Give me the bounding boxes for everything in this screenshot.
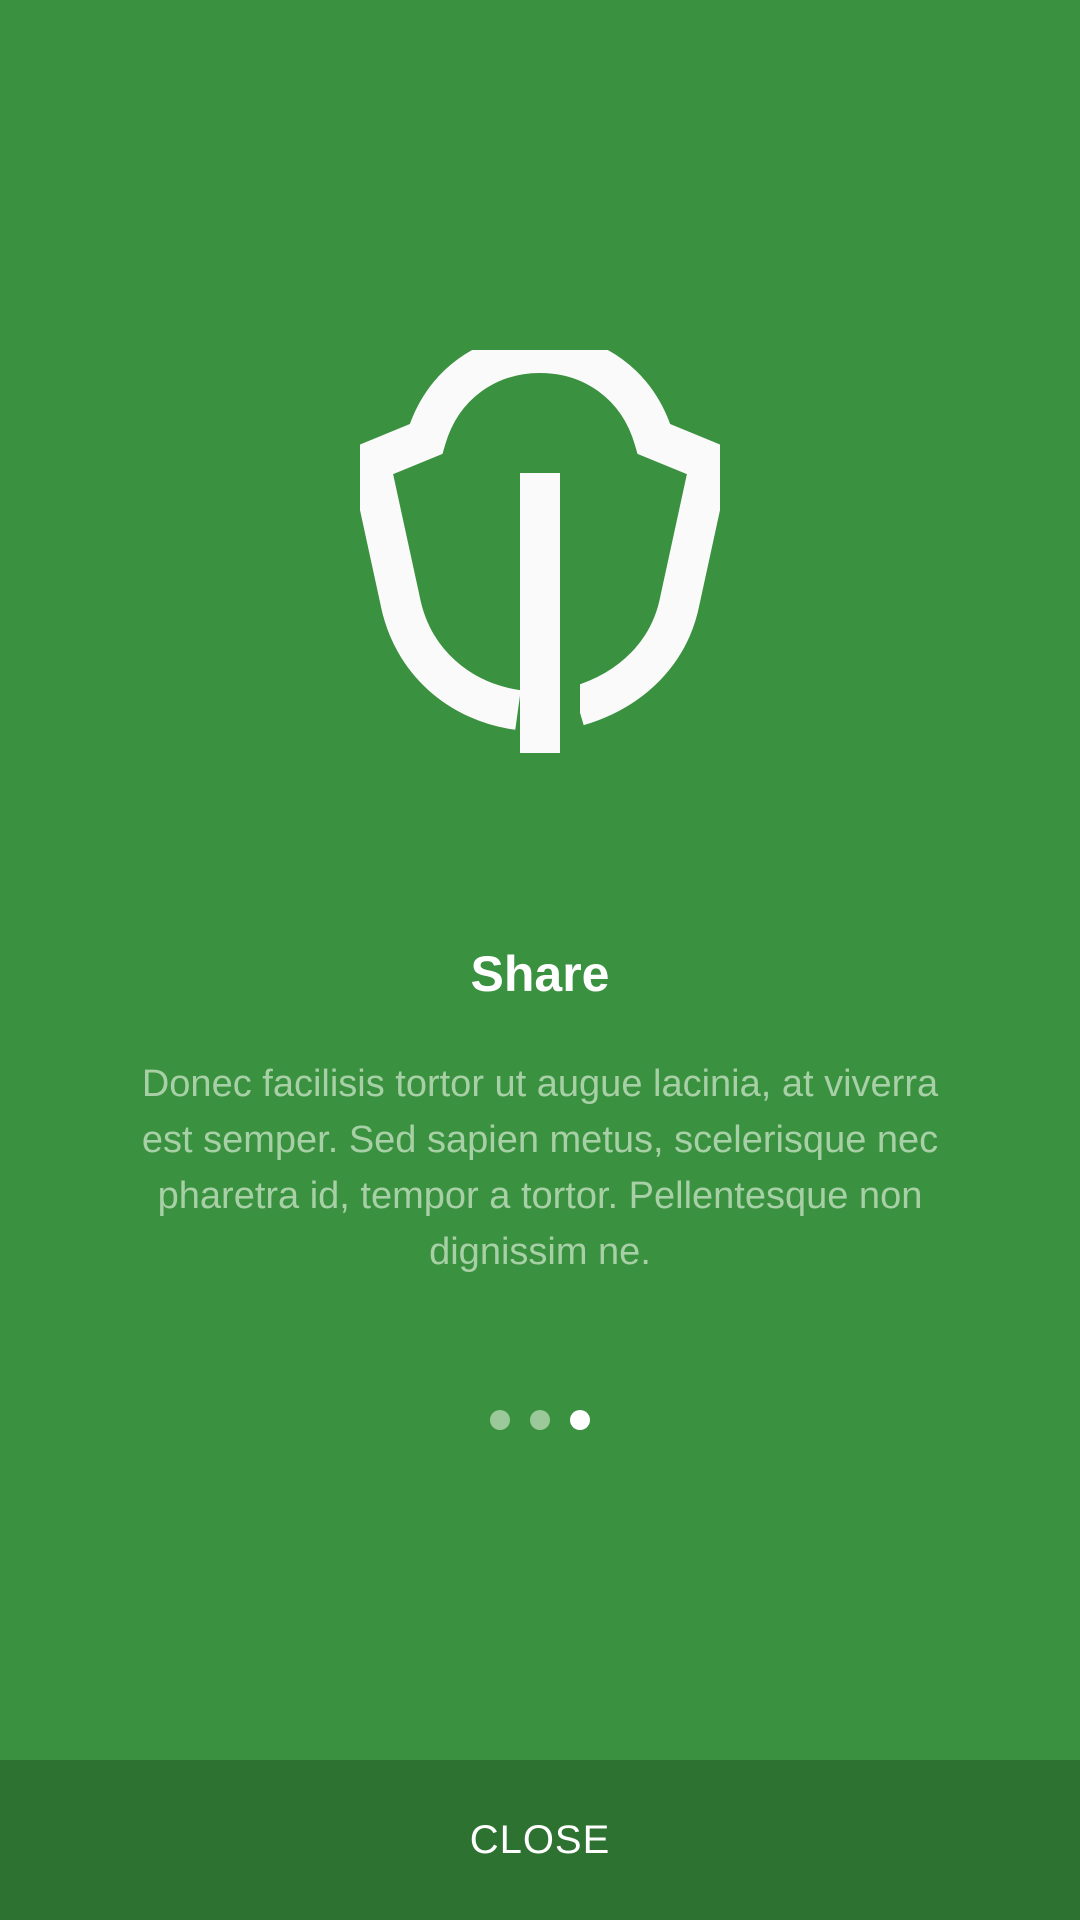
page-description: Donec facilisis tortor ut augue lacinia,…	[141, 1063, 939, 1273]
close-button[interactable]: CLOSE	[0, 1760, 1080, 1920]
close-label: CLOSE	[469, 1817, 611, 1862]
page-dot-1[interactable]	[490, 1410, 510, 1430]
page-dot-3-active[interactable]	[570, 1410, 590, 1430]
page-indicator	[0, 1408, 1080, 1432]
onboarding-screen: Share Donec facilisis tortor ut augue la…	[0, 0, 1080, 1920]
shield-leaf-icon	[360, 350, 720, 760]
page-dot-2[interactable]	[530, 1410, 550, 1430]
page-title: Share	[470, 946, 610, 1002]
